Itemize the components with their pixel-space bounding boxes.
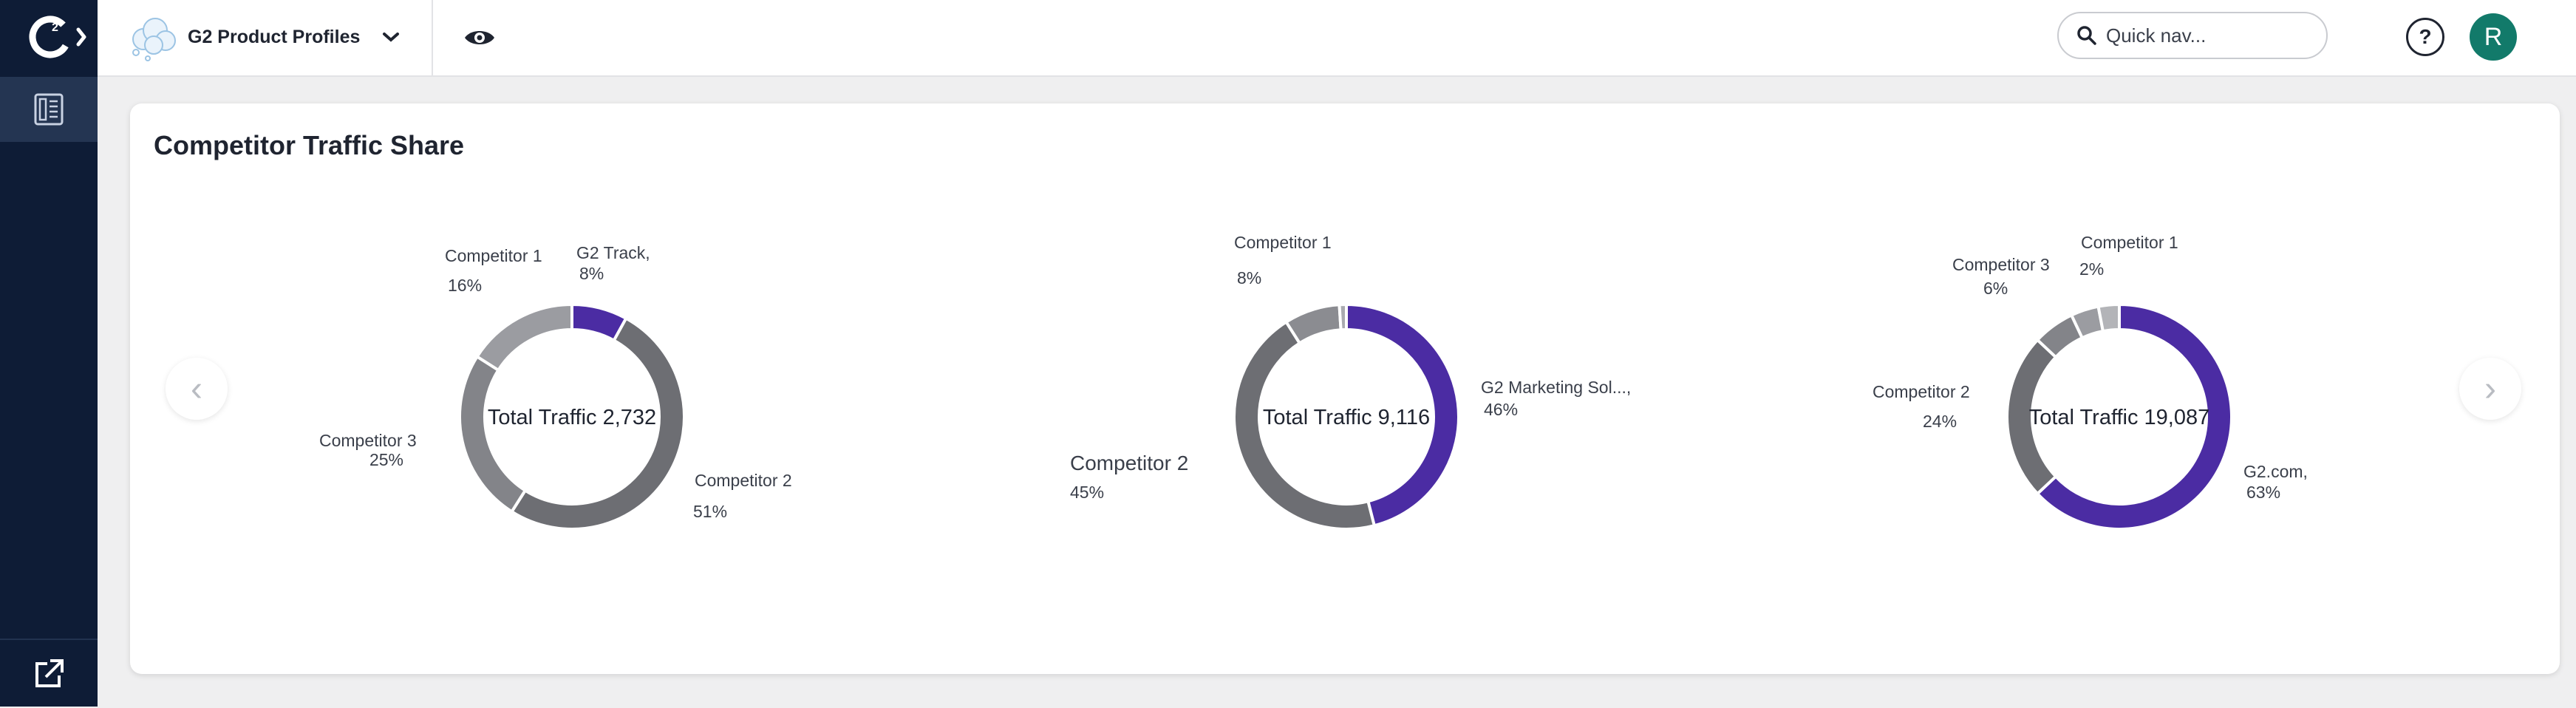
product-name: G2 Product Profiles (188, 26, 361, 47)
chart-2-pct-1: 45% (1070, 483, 1104, 502)
product-switcher[interactable]: G2 Product Profiles (127, 9, 497, 65)
chart-2-label-2: Competitor 1 (1234, 233, 1332, 252)
chart-3-center-label: Total Traffic 19,087 (2029, 406, 2210, 429)
chart-1-label-3: Competitor 1 (445, 246, 542, 265)
top-bar: G2 Product Profiles ? R (98, 0, 2576, 77)
chevron-right-icon (76, 27, 86, 47)
chart-3-label-4: Competitor 1 (2081, 233, 2178, 252)
chart-1-label-2: Competitor 3 (319, 431, 417, 450)
chart-2-center-label: Total Traffic 9,116 (1263, 406, 1430, 429)
rail-item-reports[interactable] (0, 77, 98, 142)
chart-1-pct-1: 51% (693, 502, 727, 521)
search-icon (2077, 26, 2096, 45)
chart-2-pct-2: 8% (1237, 268, 1261, 287)
left-rail: 2 (0, 0, 98, 707)
chart-1-pct-0: 8% (579, 264, 604, 283)
chart-3-label-0: G2.com, (2243, 462, 2308, 481)
chart-3-pct-1: 24% (1923, 412, 1957, 431)
chart-1-label-1: Competitor 2 (695, 471, 792, 490)
chart-2-label-1: Competitor 2 (1070, 452, 1188, 474)
external-link-icon (35, 659, 64, 687)
chart-2-slice-3[interactable] (1338, 302, 1348, 332)
chart-2-pct-0: 46% (1484, 400, 1518, 419)
donut-chart-3: Total Traffic 19,087 G2.com, 63% Competi… (1873, 233, 2308, 531)
cloud-logo-icon (132, 18, 176, 61)
chart-1-slice-3[interactable] (474, 302, 573, 372)
donut-chart-2: Total Traffic 9,116 G2 Marketing Sol...,… (1070, 233, 1631, 531)
chart-3-slice-4[interactable] (2096, 302, 2121, 333)
eye-icon (465, 31, 494, 44)
chart-1-slice-2[interactable] (458, 354, 528, 514)
quick-nav-input[interactable] (2105, 23, 2314, 48)
chevron-down-icon (383, 33, 400, 42)
chart-1-pct-2: 25% (369, 450, 403, 469)
chart-1-center-label: Total Traffic 2,732 (488, 406, 656, 429)
chart-3-pct-3: 2% (2079, 259, 2104, 279)
reports-icon (34, 93, 64, 126)
quick-nav-search[interactable] (2057, 12, 2328, 59)
donut-chart-1: Total Traffic 2,732 G2 Track, 8% Competi… (319, 243, 792, 531)
svg-text:2: 2 (52, 21, 58, 34)
chart-3-pct-0: 63% (2246, 483, 2280, 502)
avatar[interactable]: R (2470, 13, 2517, 61)
g2-logo-icon: 2 (29, 16, 86, 58)
chart-3-label-1: Competitor 2 (1873, 382, 1970, 401)
g2-logo-button[interactable]: 2 (25, 9, 92, 65)
chart-2-slice-2[interactable] (1284, 303, 1343, 346)
chart-1-pct-3: 16% (448, 276, 482, 295)
competitor-traffic-card: Competitor Traffic Share ‹ › Total Traff… (130, 103, 2560, 674)
rail-external-link[interactable] (0, 639, 98, 708)
chart-3-label-2: Competitor 3 (1952, 255, 2050, 274)
header-divider (432, 0, 433, 75)
donut-charts: Total Traffic 2,732 G2 Track, 8% Competi… (319, 233, 2308, 531)
preview-button[interactable] (461, 19, 498, 56)
help-button[interactable]: ? (2406, 18, 2444, 56)
chart-2-label-0: G2 Marketing Sol..., (1481, 378, 1631, 397)
chart-3-pct-2: 6% (1983, 279, 2008, 298)
chart-1-label-0: G2 Track, (576, 243, 650, 262)
